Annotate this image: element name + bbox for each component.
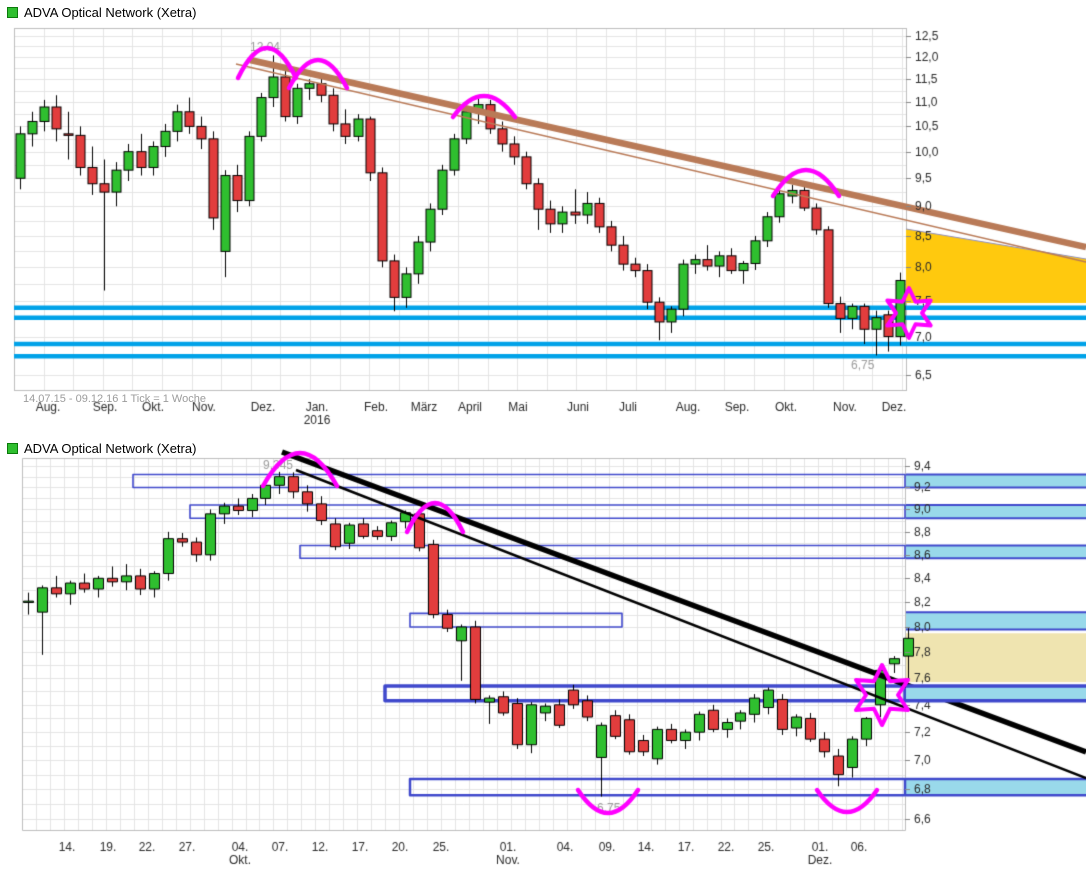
chart-legend-daily: ADVA Optical Network (Xetra) [7, 441, 196, 456]
chart-title-weekly: ADVA Optical Network (Xetra) [24, 5, 197, 20]
chart-period-label: 14.07.15 - 09.12.16 1 Tick = 1 Woche [23, 393, 206, 405]
chart-title-daily: ADVA Optical Network (Xetra) [24, 441, 197, 456]
chart-legend-weekly: ADVA Optical Network (Xetra) [7, 5, 196, 20]
instrument-color-swatch-icon [7, 443, 18, 454]
instrument-color-swatch-icon [7, 7, 18, 18]
stock-chart-page: ADVA Optical Network (Xetra) 14.07.15 - … [0, 0, 1086, 892]
